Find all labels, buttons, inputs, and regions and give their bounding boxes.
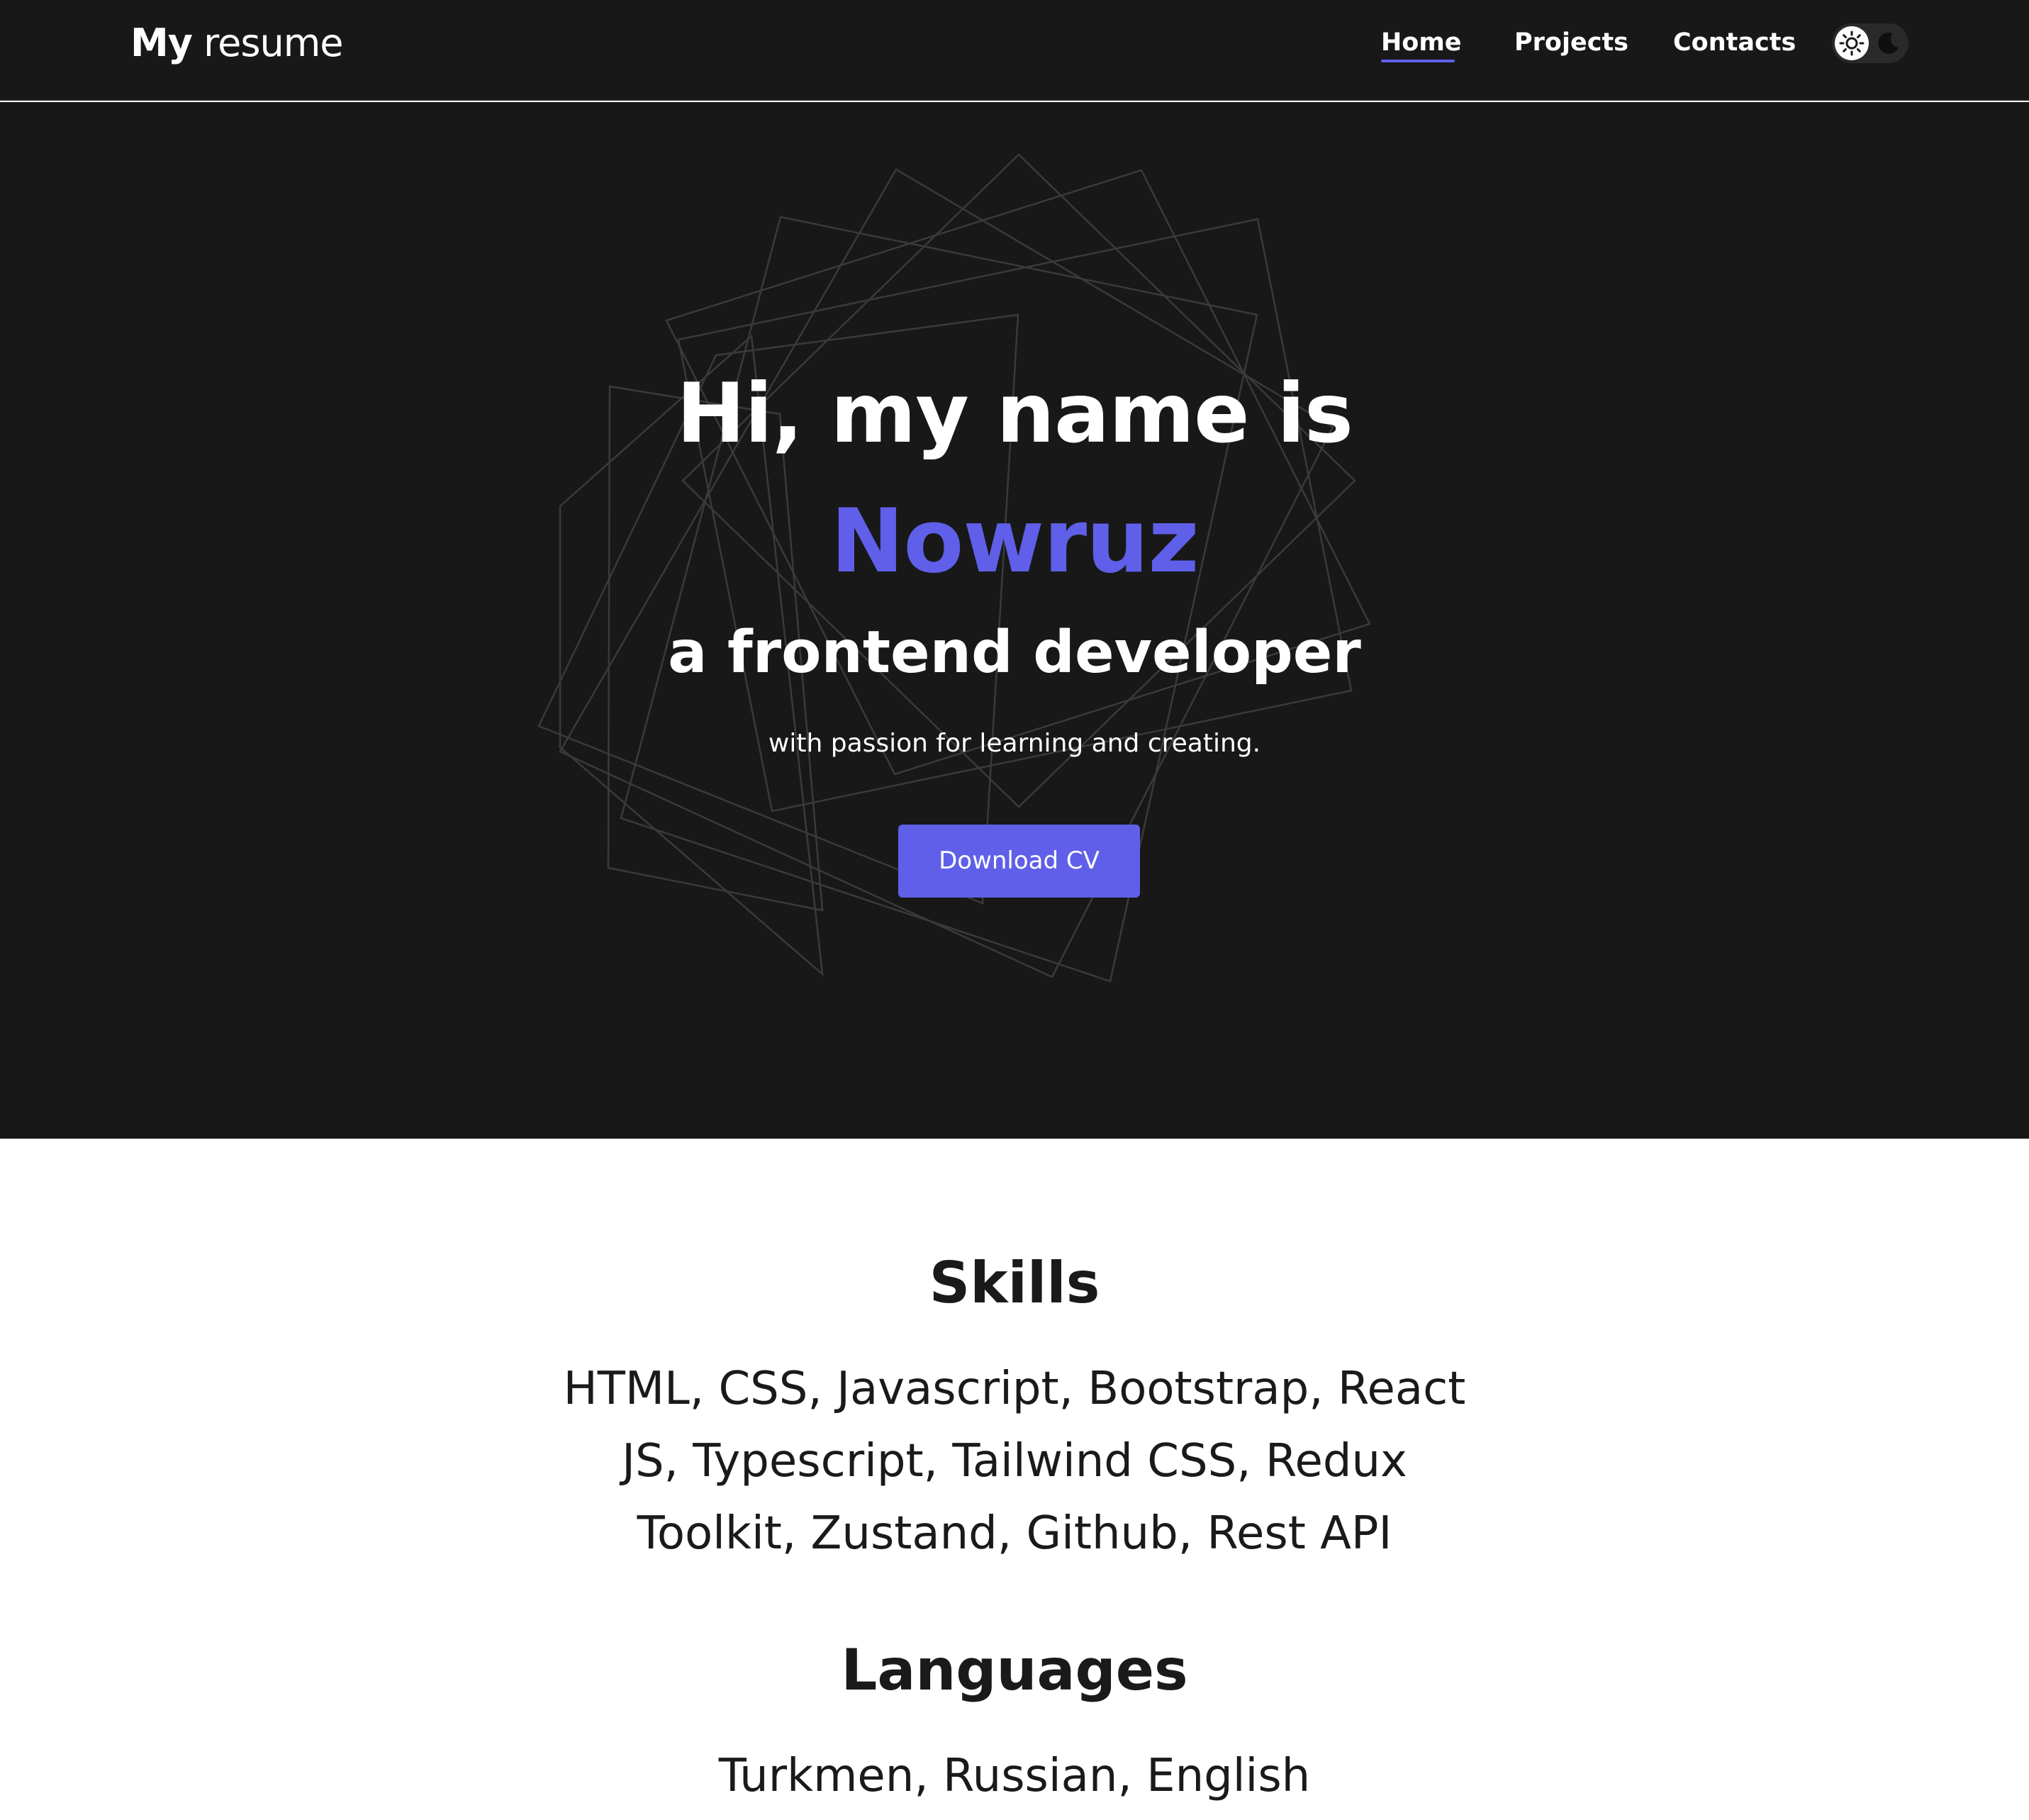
theme-toggle[interactable] [1832,23,1908,63]
moon-icon-wrap [1874,29,1903,57]
content-section: Skills HTML, CSS, Javascript, Bootstrap,… [0,1139,2029,1820]
skills-line: JS, Typescript, Tailwind CSS, Redux [622,1435,1407,1487]
languages-list: Turkmen, Russian, English [718,1750,1311,1802]
hero-section: Hi, my name is Nowruz a frontend develop… [0,102,2029,1139]
logo-light-text: resume [203,21,343,65]
hero-name: Nowruz [830,491,1199,593]
nav-link-projects[interactable]: Projects [1514,26,1628,60]
nav-link-home[interactable]: Home [1381,26,1462,60]
skills-line: HTML, CSS, Javascript, Bootstrap, React [563,1363,1466,1415]
nav-link-contacts[interactable]: Contacts [1673,26,1796,60]
deco-square [681,153,1356,808]
hero-role: a frontend developer [668,619,1361,686]
moon-icon [1878,32,1899,54]
hero-tagline: with passion for learning and creating. [768,729,1261,758]
toggle-knob [1835,26,1869,60]
top-navbar: My resume Home Projects Contacts [0,0,2029,101]
site-logo[interactable]: My resume [130,18,344,68]
sun-icon [1839,30,1865,56]
skills-title: Skills [929,1250,1100,1316]
active-nav-indicator [1381,60,1455,62]
languages-title: Languages [841,1637,1188,1703]
hero-greeting: Hi, my name is [676,366,1353,462]
download-cv-button[interactable]: Download CV [898,825,1140,898]
logo-bold-text: My [130,21,193,65]
skills-list: HTML, CSS, Javascript, Bootstrap, React … [0,1353,2029,1570]
skills-line: Toolkit, Zustand, Github, Rest API [637,1507,1392,1560]
